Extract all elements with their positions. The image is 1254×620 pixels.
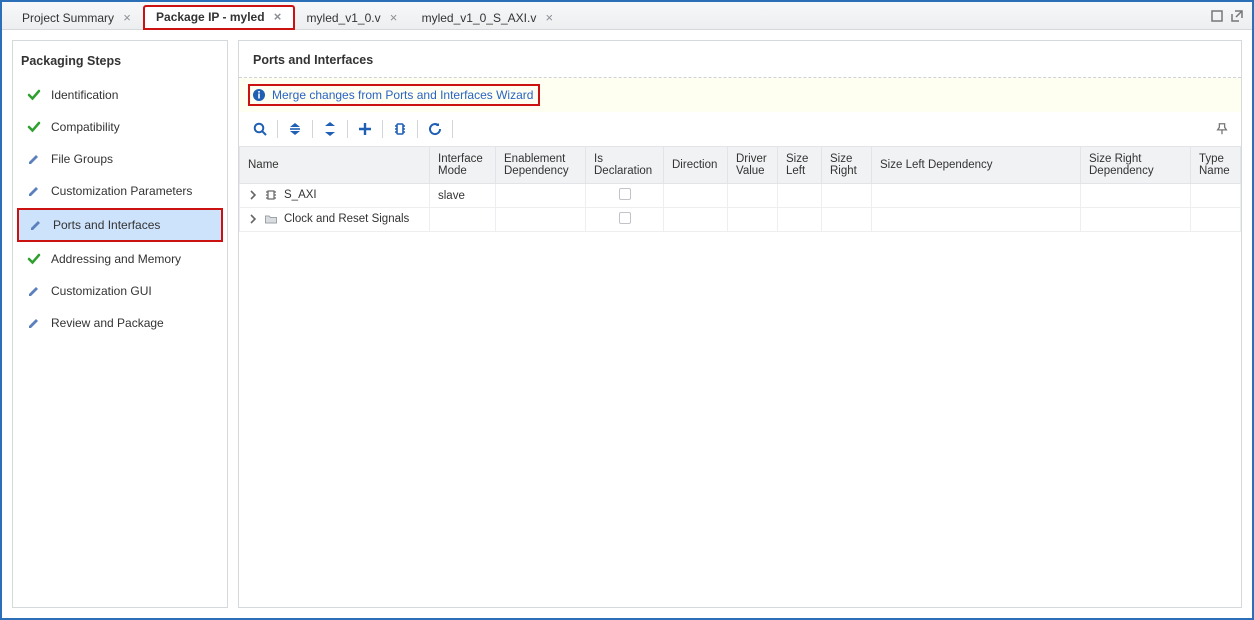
panel-title: Ports and Interfaces: [239, 41, 1241, 77]
chevron-right-icon[interactable]: [248, 214, 258, 224]
close-icon[interactable]: ×: [120, 11, 134, 25]
cell-enablement-dependency: [496, 184, 586, 208]
ports-table: Name Interface Mode Enablement Dependenc…: [239, 146, 1241, 232]
bus-interface-icon: [264, 188, 278, 202]
cell-size-left: [778, 184, 822, 208]
content-area: Packaging Steps Identification Compatibi…: [2, 30, 1252, 618]
tab-label: Package IP - myled: [156, 10, 271, 24]
step-ports-and-interfaces[interactable]: Ports and Interfaces: [17, 208, 223, 242]
cell-type-name: [1191, 208, 1241, 232]
step-customization-parameters[interactable]: Customization Parameters: [17, 176, 223, 206]
cell-driver-value: [728, 184, 778, 208]
pencil-icon: [27, 284, 41, 298]
step-compatibility[interactable]: Compatibility: [17, 112, 223, 142]
cell-name: S_AXI: [284, 189, 317, 201]
step-file-groups[interactable]: File Groups: [17, 144, 223, 174]
tab-project-summary[interactable]: Project Summary ×: [10, 5, 143, 30]
refresh-icon[interactable]: [422, 116, 448, 142]
table-header-row: Name Interface Mode Enablement Dependenc…: [240, 147, 1241, 184]
notice-bar: Merge changes from Ports and Interfaces …: [239, 78, 1241, 112]
auto-infer-icon[interactable]: [387, 116, 413, 142]
col-name[interactable]: Name: [240, 147, 430, 184]
step-label: Ports and Interfaces: [53, 218, 160, 232]
cell-size-right-dep: [1081, 184, 1191, 208]
tab-package-ip[interactable]: Package IP - myled ×: [143, 5, 295, 30]
folder-icon: [264, 212, 278, 226]
step-label: Customization Parameters: [51, 184, 192, 198]
search-icon[interactable]: [247, 116, 273, 142]
step-review-and-package[interactable]: Review and Package: [17, 308, 223, 338]
col-enablement-dependency[interactable]: Enablement Dependency: [496, 147, 586, 184]
check-icon: [27, 120, 41, 134]
merge-changes-link[interactable]: Merge changes from Ports and Interfaces …: [272, 88, 533, 102]
cell-direction: [664, 208, 728, 232]
step-identification[interactable]: Identification: [17, 80, 223, 110]
col-size-left[interactable]: Size Left: [778, 147, 822, 184]
col-direction[interactable]: Direction: [664, 147, 728, 184]
step-addressing-and-memory[interactable]: Addressing and Memory: [17, 244, 223, 274]
toolbar: [239, 112, 1241, 146]
info-icon: [252, 88, 266, 102]
ports-interfaces-panel: Ports and Interfaces Merge changes from …: [238, 40, 1242, 608]
step-label: Identification: [51, 88, 118, 102]
cell-size-right: [822, 208, 872, 232]
step-label: Review and Package: [51, 316, 164, 330]
packaging-steps-panel: Packaging Steps Identification Compatibi…: [12, 40, 228, 608]
tab-myled-v1-0[interactable]: myled_v1_0.v ×: [295, 5, 410, 30]
cell-driver-value: [728, 208, 778, 232]
checkbox[interactable]: [619, 212, 631, 224]
step-label: File Groups: [51, 152, 113, 166]
col-interface-mode[interactable]: Interface Mode: [430, 147, 496, 184]
cell-name: Clock and Reset Signals: [284, 213, 409, 225]
cell-type-name: [1191, 184, 1241, 208]
expand-all-icon[interactable]: [317, 116, 343, 142]
table-row[interactable]: Clock and Reset Signals: [240, 208, 1241, 232]
cell-size-left: [778, 208, 822, 232]
cell-interface-mode: [430, 208, 496, 232]
col-driver-value[interactable]: Driver Value: [728, 147, 778, 184]
cell-direction: [664, 184, 728, 208]
pencil-icon: [27, 316, 41, 330]
window-controls: [1210, 9, 1252, 23]
sidebar-title: Packaging Steps: [21, 54, 219, 68]
cell-enablement-dependency: [496, 208, 586, 232]
popout-icon[interactable]: [1230, 9, 1244, 23]
step-label: Addressing and Memory: [51, 252, 181, 266]
tab-myled-v1-0-s-axi[interactable]: myled_v1_0_S_AXI.v ×: [410, 5, 566, 30]
checkbox[interactable]: [619, 188, 631, 200]
pencil-icon: [27, 152, 41, 166]
col-type-name[interactable]: Type Name: [1191, 147, 1241, 184]
close-icon[interactable]: ×: [387, 11, 401, 25]
chevron-right-icon[interactable]: [248, 190, 258, 200]
cell-size-left-dep: [872, 184, 1081, 208]
pin-icon[interactable]: [1211, 118, 1233, 140]
cell-size-right-dep: [1081, 208, 1191, 232]
cell-interface-mode: slave: [430, 184, 496, 208]
pencil-icon: [29, 218, 43, 232]
cell-is-declaration: [586, 208, 664, 232]
tab-label: myled_v1_0_S_AXI.v: [422, 11, 543, 25]
step-customization-gui[interactable]: Customization GUI: [17, 276, 223, 306]
cell-is-declaration: [586, 184, 664, 208]
tab-label: Project Summary: [22, 11, 120, 25]
check-icon: [27, 252, 41, 266]
cell-size-left-dep: [872, 208, 1081, 232]
col-size-left-dep[interactable]: Size Left Dependency: [872, 147, 1081, 184]
col-is-declaration[interactable]: Is Declaration: [586, 147, 664, 184]
maximize-icon[interactable]: [1210, 9, 1224, 23]
collapse-all-icon[interactable]: [282, 116, 308, 142]
close-icon[interactable]: ×: [542, 11, 556, 25]
add-icon[interactable]: [352, 116, 378, 142]
step-label: Compatibility: [51, 120, 120, 134]
table-row[interactable]: S_AXI slave: [240, 184, 1241, 208]
step-label: Customization GUI: [51, 284, 152, 298]
pencil-icon: [27, 184, 41, 198]
tab-label: myled_v1_0.v: [307, 11, 387, 25]
col-size-right[interactable]: Size Right: [822, 147, 872, 184]
tab-bar: Project Summary × Package IP - myled × m…: [2, 2, 1252, 30]
col-size-right-dep[interactable]: Size Right Dependency: [1081, 147, 1191, 184]
cell-size-right: [822, 184, 872, 208]
close-icon[interactable]: ×: [271, 10, 285, 24]
check-icon: [27, 88, 41, 102]
